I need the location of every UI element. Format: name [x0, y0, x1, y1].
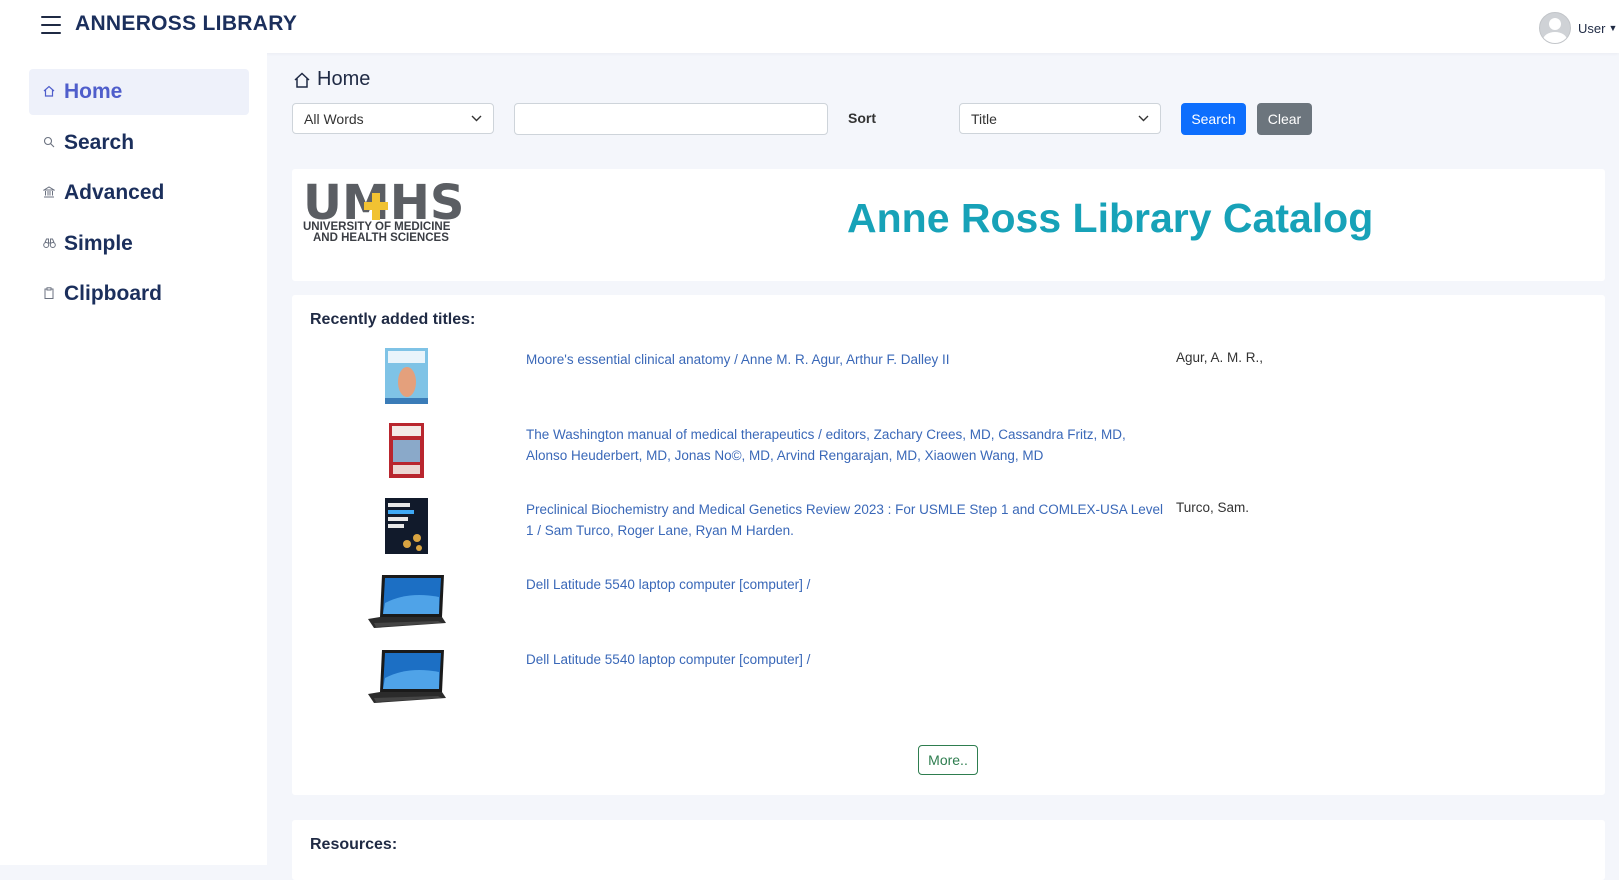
menu-icon[interactable]	[41, 16, 61, 34]
sidebar-item-home[interactable]: Home	[29, 69, 249, 115]
sidebar-item-clipboard[interactable]: Clipboard	[29, 271, 249, 317]
resources-card: Resources:	[292, 820, 1605, 880]
title-link[interactable]: Dell Latitude 5540 laptop computer [comp…	[526, 574, 1166, 595]
search-mode-select[interactable]: All Words	[292, 103, 494, 134]
clear-button[interactable]: Clear	[1257, 103, 1312, 135]
book-cover-thumbnail[interactable]	[385, 498, 428, 554]
clipboard-icon	[42, 286, 56, 302]
sort-label: Sort	[848, 110, 876, 126]
user-menu[interactable]: User ▼	[1539, 12, 1617, 44]
sidebar-item-label: Clipboard	[64, 282, 162, 305]
app-title[interactable]: ANNEROSS LIBRARY	[75, 12, 297, 36]
catalog-title: Anne Ross Library Catalog	[847, 195, 1374, 241]
search-mode-value: All Words	[304, 110, 364, 127]
sidebar-item-label: Search	[64, 131, 135, 154]
chevron-down-icon	[471, 115, 482, 122]
search-button[interactable]: Search	[1181, 103, 1246, 135]
binoculars-icon	[42, 237, 56, 252]
section-heading: Recently added titles:	[310, 311, 476, 328]
sidebar-item-advanced[interactable]: Advanced	[29, 170, 249, 216]
breadcrumb: Home	[293, 68, 370, 91]
title-link[interactable]: The Washington manual of medical therape…	[526, 424, 1166, 466]
top-navbar: ANNEROSS LIBRARY User ▼	[0, 0, 1619, 53]
catalog-banner: UMHS UNIVERSITY OF MEDICINE AND HEALTH S…	[292, 169, 1605, 281]
book-cover-thumbnail[interactable]	[385, 348, 428, 404]
sidebar: Home Search Advanced Simple Clipboard	[0, 53, 267, 865]
laptop-thumbnail[interactable]	[368, 648, 446, 704]
sidebar-item-search[interactable]: Search	[29, 120, 249, 166]
recent-titles-card: Recently added titles: Moore's essential…	[292, 295, 1605, 795]
more-button[interactable]: More..	[918, 745, 978, 775]
section-heading: Resources:	[310, 836, 398, 853]
chevron-down-icon: ▼	[1608, 23, 1618, 33]
avatar	[1539, 12, 1571, 44]
book-cover-thumbnail[interactable]	[389, 423, 424, 478]
page-title: Home	[317, 68, 371, 90]
sidebar-item-label: Home	[64, 80, 123, 103]
laptop-thumbnail[interactable]	[368, 573, 446, 629]
title-link[interactable]: Moore's essential clinical anatomy / Ann…	[526, 349, 1166, 370]
bank-icon	[42, 185, 56, 201]
home-icon	[42, 85, 56, 100]
umhs-logo: UMHS UNIVERSITY OF MEDICINE AND HEALTH S…	[303, 175, 464, 244]
chevron-down-icon	[1138, 115, 1149, 122]
title-link[interactable]: Preclinical Biochemistry and Medical Gen…	[526, 499, 1166, 541]
sort-select[interactable]: Title	[959, 103, 1161, 134]
search-icon	[42, 136, 56, 151]
search-input[interactable]	[514, 103, 828, 135]
sidebar-item-label: Advanced	[64, 181, 165, 204]
author-text: Agur, A. M. R.,	[1176, 350, 1264, 365]
author-text: Turco, Sam.	[1176, 500, 1250, 515]
home-icon	[294, 71, 310, 88]
sidebar-item-label: Simple	[64, 232, 133, 255]
title-link[interactable]: Dell Latitude 5540 laptop computer [comp…	[526, 649, 1166, 670]
user-label: User	[1578, 20, 1606, 36]
svg-text:AND HEALTH SCIENCES: AND HEALTH SCIENCES	[313, 232, 449, 244]
sort-value: Title	[971, 110, 997, 127]
sidebar-item-simple[interactable]: Simple	[29, 221, 249, 267]
